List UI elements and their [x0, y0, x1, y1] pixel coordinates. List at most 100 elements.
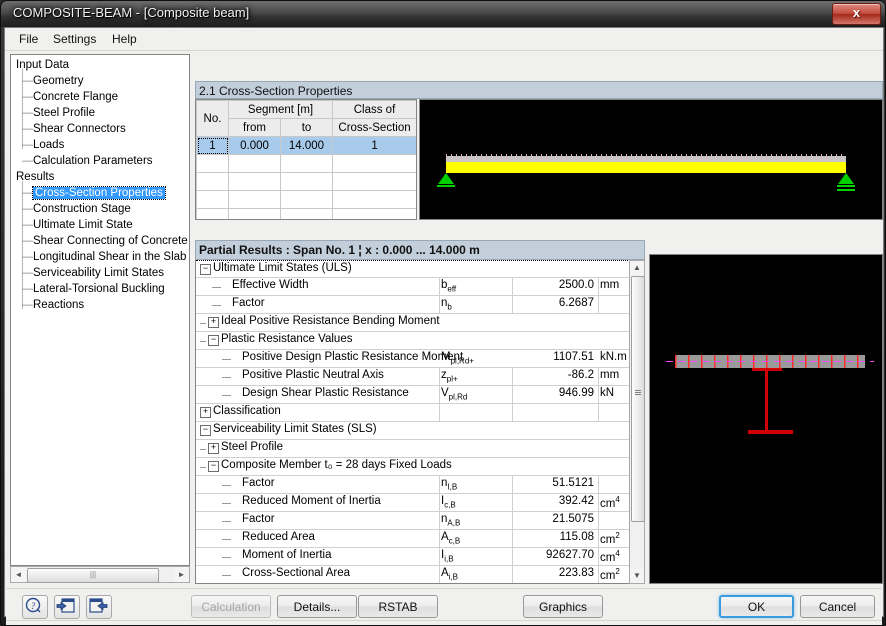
- cell-empty[interactable]: [196, 154, 229, 173]
- expand-toggle-icon[interactable]: +: [208, 317, 219, 328]
- rstab-button[interactable]: RSTAB: [358, 595, 438, 618]
- scroll-up-arrow-icon[interactable]: ▲: [630, 261, 644, 275]
- result-row-factor-nib[interactable]: Factor nI,B 51.5121: [196, 476, 644, 494]
- cell-empty[interactable]: [196, 190, 229, 209]
- expand-toggle-icon[interactable]: +: [208, 443, 219, 454]
- cell-empty[interactable]: [279, 190, 334, 209]
- scrollbar-thumb[interactable]: [631, 276, 645, 522]
- collapse-toggle-icon[interactable]: −: [200, 264, 211, 275]
- table-row-empty[interactable]: [196, 172, 416, 191]
- cell-empty[interactable]: [228, 172, 281, 191]
- result-row-factor-nb[interactable]: Factor nb 6.2687: [196, 296, 644, 314]
- result-row-classification[interactable]: + Classification: [196, 404, 644, 422]
- th-from: from: [228, 118, 281, 137]
- tree-item-steel-profile[interactable]: — Steel Profile: [22, 105, 95, 121]
- collapse-toggle-icon[interactable]: −: [208, 335, 219, 346]
- result-row-serviceability-limit-states[interactable]: − Serviceability Limit States (SLS): [196, 422, 644, 440]
- result-row-design-shear-plastic-resistance[interactable]: Design Shear Plastic Resistance Vpl,Rd 9…: [196, 386, 644, 404]
- cell-empty[interactable]: [332, 172, 416, 191]
- result-row-plastic-resistance-values[interactable]: − Plastic Resistance Values: [196, 332, 644, 350]
- result-row-reduced-area[interactable]: Reduced Area Ac,B 115.08 cm2: [196, 530, 644, 548]
- table-row-empty[interactable]: [196, 154, 416, 173]
- segment-table[interactable]: No. Segment [m] Class of from to Cross-S…: [195, 99, 417, 220]
- tree-item-reactions[interactable]: — Reactions: [22, 297, 84, 313]
- next-button[interactable]: [86, 595, 112, 619]
- cell-empty[interactable]: [228, 154, 281, 173]
- table-row-empty[interactable]: [196, 190, 416, 209]
- tree-item-input-data[interactable]: Input Data: [16, 57, 69, 73]
- result-row-cross-sectional-area[interactable]: Cross-Sectional Area Ai,B 223.83 cm2: [196, 566, 644, 583]
- cell-empty[interactable]: [196, 172, 229, 191]
- result-row-reduced-moment-of-inertia[interactable]: Reduced Moment of Inertia Ic,B 392.42 cm…: [196, 494, 644, 512]
- result-row-effective-width[interactable]: Effective Width beff 2500.0 mm: [196, 278, 644, 296]
- close-button[interactable]: x: [832, 3, 881, 25]
- scroll-left-arrow-icon[interactable]: ◄: [11, 567, 26, 582]
- th-to: to: [279, 118, 334, 137]
- tree-item-lateral-torsional-buckling[interactable]: — Lateral-Torsional Buckling: [22, 281, 165, 297]
- result-row-ultimate-limit-states[interactable]: − Ultimate Limit States (ULS): [196, 260, 644, 278]
- cell-class[interactable]: 1: [332, 136, 416, 155]
- result-row-factor-nab[interactable]: Factor nA,B 21.5075: [196, 512, 644, 530]
- ok-button[interactable]: OK: [719, 595, 794, 618]
- cancel-button[interactable]: Cancel: [800, 595, 875, 618]
- cell-empty[interactable]: [279, 172, 334, 191]
- calculation-button[interactable]: Calculation: [191, 595, 271, 618]
- result-row-ideal-positive-resistance-bending-moment[interactable]: + Ideal Positive Resistance Bending Mome…: [196, 314, 644, 332]
- cell-empty[interactable]: [332, 190, 416, 209]
- partial-results-header: Partial Results : Span No. 1 ¦ x : 0.000…: [195, 240, 645, 260]
- unit-cm2: cm2: [600, 567, 620, 582]
- cell-empty[interactable]: [196, 208, 229, 219]
- cell-empty[interactable]: [228, 190, 281, 209]
- table-row-empty[interactable]: [196, 208, 416, 219]
- tree-item-serviceability-limit-states[interactable]: — Serviceability Limit States: [22, 265, 164, 281]
- collapse-toggle-icon[interactable]: −: [200, 425, 211, 436]
- expand-toggle-icon[interactable]: +: [200, 407, 211, 418]
- close-icon: x: [852, 5, 861, 20]
- cell-from[interactable]: 0.000: [228, 136, 281, 155]
- tree-item-concrete-flange[interactable]: — Concrete Flange: [22, 89, 118, 105]
- table-row[interactable]: 1 0.000 14.000 1: [196, 136, 416, 155]
- cross-section-graphic[interactable]: [649, 254, 883, 584]
- navigation-tree[interactable]: Input Data — Geometry — Concrete Flange — S…: [10, 54, 190, 566]
- tree-item-longitudinal-shear-in-the-slab[interactable]: — Longitudinal Shear in the Slab: [22, 249, 186, 265]
- cell-no[interactable]: 1: [196, 136, 229, 155]
- help-button[interactable]: ?: [22, 595, 48, 619]
- cell-empty[interactable]: [332, 208, 416, 219]
- scroll-right-arrow-icon[interactable]: ►: [174, 567, 189, 582]
- scrollbar-thumb[interactable]: |||: [27, 568, 159, 583]
- result-row-positive-plastic-neutral-axis[interactable]: Positive Plastic Neutral Axis zpl+ -86.2…: [196, 368, 644, 386]
- result-row-moment-of-inertia[interactable]: Moment of Inertia Ii,B 92627.70 cm4: [196, 548, 644, 566]
- tree-item-geometry[interactable]: — Geometry: [22, 73, 84, 89]
- support-left-icon: [438, 173, 454, 184]
- previous-button[interactable]: [54, 595, 80, 619]
- partial-results-tree[interactable]: − Ultimate Limit States (ULS) Effective …: [195, 260, 645, 584]
- sidebar-horizontal-scrollbar[interactable]: ◄ ► |||: [10, 566, 190, 583]
- cell-empty[interactable]: [228, 208, 281, 219]
- slab-hatch-pattern: [446, 154, 846, 161]
- symbol-n-a-b: nA,B: [441, 513, 461, 528]
- tree-item-cross-section-properties[interactable]: — Cross-Section Properties: [22, 185, 166, 201]
- result-row-positive-design-plastic-resistance-moment[interactable]: Positive Design Plastic Resistance Momen…: [196, 350, 644, 368]
- cell-empty[interactable]: [332, 154, 416, 173]
- scroll-down-arrow-icon[interactable]: ▼: [630, 569, 644, 583]
- menu-item-help[interactable]: Help: [104, 31, 145, 47]
- cell-empty[interactable]: [279, 154, 334, 173]
- cell-to[interactable]: 14.000: [279, 136, 334, 155]
- details-button[interactable]: Details...: [277, 595, 357, 618]
- tree-item-shear-connecting-of-concrete[interactable]: — Shear Connecting of Concrete I: [22, 233, 189, 249]
- graphics-button[interactable]: Graphics: [523, 595, 603, 618]
- collapse-toggle-icon[interactable]: −: [208, 461, 219, 472]
- result-row-steel-profile[interactable]: + Steel Profile: [196, 440, 644, 458]
- tree-item-loads[interactable]: — Loads: [22, 137, 64, 153]
- tree-item-shear-connectors[interactable]: — Shear Connectors: [22, 121, 126, 137]
- tree-item-ultimate-limit-state[interactable]: — Ultimate Limit State: [22, 217, 133, 233]
- result-row-composite-member-28-days[interactable]: − Composite Member t₀ = 28 days Fixed Lo…: [196, 458, 644, 476]
- menu-item-settings[interactable]: Settings: [45, 31, 104, 47]
- cell-empty[interactable]: [279, 208, 334, 219]
- menu-item-file[interactable]: File: [11, 31, 46, 47]
- results-vertical-scrollbar[interactable]: ▲ ▼: [629, 260, 645, 584]
- tree-item-results[interactable]: Results: [16, 169, 54, 185]
- tree-item-construction-stage[interactable]: — Construction Stage: [22, 201, 131, 217]
- beam-elevation-graphic[interactable]: [419, 99, 883, 220]
- tree-item-calculation-parameters[interactable]: — Calculation Parameters: [22, 153, 153, 169]
